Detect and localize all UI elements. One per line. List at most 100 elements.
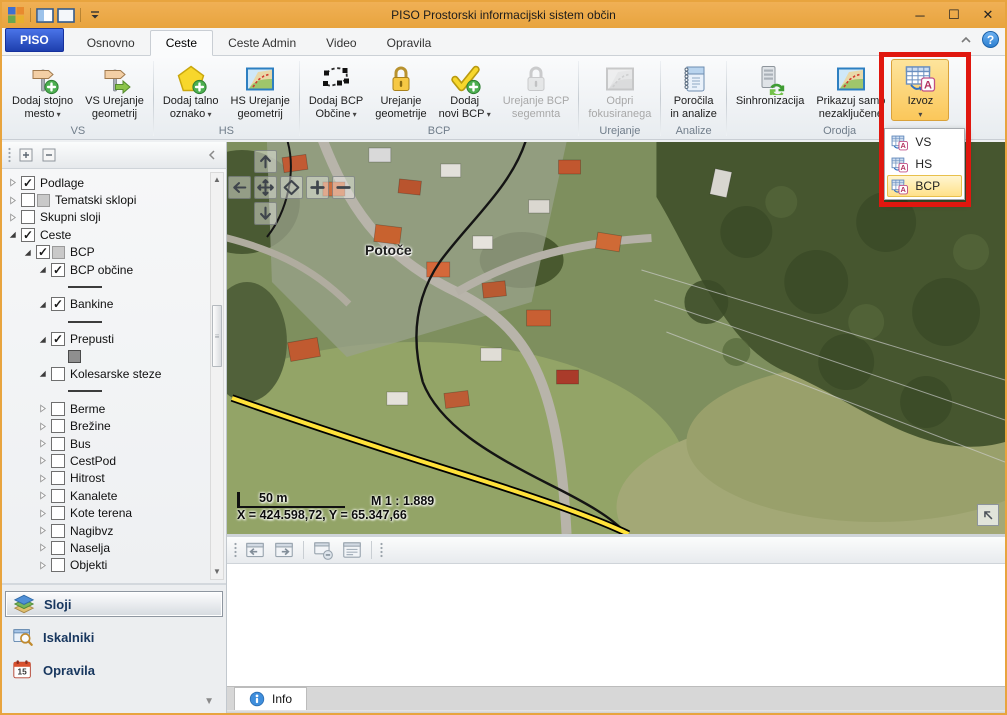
help-button[interactable]: ? [982,31,999,48]
tab-ceste-admin[interactable]: Ceste Admin [213,31,311,55]
expander-closed-icon[interactable] [36,541,49,554]
expand-all-icon[interactable] [17,147,35,164]
tree-item-bcp-občine[interactable]: ✓BCP občine [6,261,208,278]
expander-open-icon[interactable] [36,263,49,276]
tab-osnovno[interactable]: Osnovno [72,31,150,55]
tree-item-brežine[interactable]: Brežine [6,417,208,434]
layout-panel-icon[interactable] [36,7,54,23]
layout-blank-icon[interactable] [57,7,75,23]
izvoz-button[interactable]: AIzvoz▾ [891,59,949,121]
layer-checkbox[interactable] [51,489,65,503]
sinhronizacija-button[interactable]: Sinhronizacija [730,59,810,124]
urejanje-geometrije-button[interactable]: Urejanjegeometrije [369,59,432,124]
previous-extent-icon[interactable] [977,504,999,526]
tree-item-cestpod[interactable]: CestPod [6,452,208,469]
layer-checkbox[interactable] [51,454,65,468]
layer-checkbox[interactable] [51,402,65,416]
toolbar-grip[interactable] [7,147,12,164]
tab-opravila[interactable]: Opravila [372,31,447,55]
expander-closed-icon[interactable] [6,194,19,207]
collapse-sidebar-icon[interactable] [203,147,221,164]
tab-ceste[interactable]: Ceste [150,30,213,56]
tree-item-berme[interactable]: Berme [6,400,208,417]
porocila-in-analize-button[interactable]: Poročilain analize [664,59,722,124]
map-canvas[interactable]: Potoče 50 m M 1 : 1.889 X = 424.598,72, … [227,142,1005,534]
layer-checkbox[interactable]: ✓ [36,245,50,259]
pan-down-icon[interactable] [254,202,277,225]
tree-item-tematski-sklopi[interactable]: Tematski sklopi [6,191,208,208]
tab-info[interactable]: Info [234,687,307,710]
layer-checkbox[interactable] [51,506,65,520]
sidebar-item-opravila[interactable]: 15Opravila [5,657,223,683]
expander-closed-icon[interactable] [36,524,49,537]
expander-open-icon[interactable] [36,298,49,311]
expander-closed-icon[interactable] [6,211,19,224]
layer-checkbox[interactable] [51,541,65,555]
expander-closed-icon[interactable] [36,420,49,433]
tab-video[interactable]: Video [311,31,371,55]
expander-open-icon[interactable] [6,228,19,241]
maximize-button[interactable]: ☐ [937,2,971,28]
tree-item-bus[interactable]: Bus [6,435,208,452]
dodaj-bcp-obcine-button[interactable]: Dodaj BCPObčine ▾ [303,59,369,124]
layer-checkbox[interactable] [51,437,65,451]
tree-item-naselja[interactable]: Naselja [6,539,208,556]
pan-center-icon[interactable] [254,176,277,199]
tree-item-skupni-sloji[interactable]: Skupni sloji [6,209,208,226]
expander-closed-icon[interactable] [36,489,49,502]
expander-open-icon[interactable] [36,367,49,380]
expander-closed-icon[interactable] [36,402,49,415]
pan-up-icon[interactable] [254,150,277,173]
expander-closed-icon[interactable] [36,559,49,572]
expander-closed-icon[interactable] [6,176,19,189]
prikazuj-samo-nezakljucene-button[interactable]: Prikazuj samonezaključene [810,59,891,124]
layer-checkbox[interactable] [51,419,65,433]
close-button[interactable]: ✕ [971,2,1005,28]
tree-item-bcp[interactable]: ✓BCP [6,244,208,261]
ribbon-collapse-icon[interactable] [958,32,974,48]
export-menu-item-hs[interactable]: AHS [887,153,962,175]
dock-next-icon[interactable] [272,539,296,561]
export-menu-item-vs[interactable]: AVS [887,131,962,153]
layer-checkbox[interactable] [51,367,65,381]
layer-checkbox[interactable] [21,210,35,224]
tree-item-nagibvz[interactable]: Nagibvz [6,522,208,539]
dodaj-stojno-mesto-button[interactable]: Dodaj stojnomesto ▾ [6,59,79,124]
hs-urejanje-geometrij-button[interactable]: HS Urejanjegeometrij [225,59,296,124]
window-minimize-icon[interactable] [311,539,335,561]
expander-open-icon[interactable] [36,333,49,346]
tree-scrollbar[interactable]: ▲ ≡ ▼ [210,172,224,580]
layer-checkbox[interactable]: ✓ [51,332,65,346]
layer-checkbox[interactable] [21,193,35,207]
layer-checkbox[interactable] [51,558,65,572]
toolbar-grip[interactable] [379,542,384,559]
layer-checkbox[interactable]: ✓ [21,176,35,190]
scroll-up-icon[interactable]: ▲ [213,173,221,187]
pan-left-icon[interactable] [228,176,251,199]
minimize-button[interactable]: ─ [903,2,937,28]
zoom-in-icon[interactable] [306,176,329,199]
expander-closed-icon[interactable] [36,454,49,467]
expander-closed-icon[interactable] [36,437,49,450]
tree-item-kolesarske-steze[interactable]: Kolesarske steze [6,365,208,382]
layer-checkbox[interactable] [51,524,65,538]
toolbar-grip[interactable] [233,542,238,559]
expander-open-icon[interactable] [21,246,34,259]
tree-item-podlage[interactable]: ✓Podlage [6,174,208,191]
layer-checkbox[interactable]: ✓ [21,228,35,242]
collapse-all-icon[interactable] [40,147,58,164]
full-extent-icon[interactable] [280,176,303,199]
layer-checkbox[interactable]: ✓ [51,263,65,277]
dock-previous-icon[interactable] [243,539,267,561]
layer-checkbox[interactable]: ✓ [51,297,65,311]
scroll-thumb[interactable]: ≡ [212,305,222,367]
window-details-icon[interactable] [340,539,364,561]
sidebar-item-iskalniki[interactable]: Iskalniki [5,624,223,650]
export-menu-item-bcp[interactable]: ABCP [887,175,962,197]
tree-item-bankine[interactable]: ✓Bankine [6,296,208,313]
tree-item-prepusti[interactable]: ✓Prepusti [6,331,208,348]
tree-item-hitrost[interactable]: Hitrost [6,470,208,487]
sections-collapse-icon[interactable]: ▼ [204,696,214,707]
tree-item-objekti[interactable]: Objekti [6,557,208,574]
zoom-out-icon[interactable] [332,176,355,199]
